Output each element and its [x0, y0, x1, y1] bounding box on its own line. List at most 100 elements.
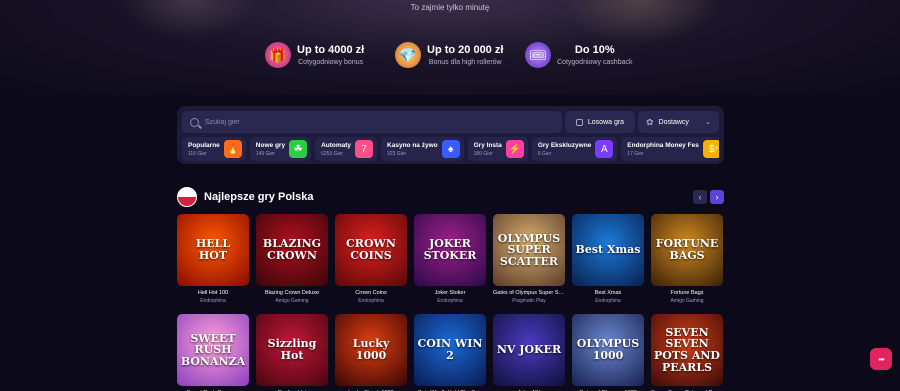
category-item[interactable]: Gry Ekskluzywne 6 Gier A: [531, 137, 618, 161]
game-logo: CROWN COINS: [346, 237, 396, 262]
category-item[interactable]: Kasyno na żywo 323 Gier ♠: [381, 137, 464, 161]
game-provider: Endorphina: [200, 298, 226, 304]
category-label: Gry Insta: [473, 141, 502, 149]
game-tile[interactable]: JOKER STOKER Joker Stoker Endorphina: [414, 214, 486, 304]
chevron-right-icon[interactable]: ›: [715, 143, 718, 152]
game-logo: NV JOKER: [496, 343, 562, 357]
game-tile[interactable]: OLYMPUS SUPER SCATTER Gates of Olympus Su…: [493, 214, 565, 304]
game-logo: SWEET RUSH BONANZA: [180, 331, 246, 368]
perk-high-roller-bonus: 💎 Up to 20 000 zł Bonus dla high rolleró…: [395, 42, 505, 68]
game-logo: Best Xmas: [575, 243, 641, 257]
game-logo: BLAZING CROWN: [262, 237, 322, 262]
cashback-icon: 🎟: [525, 42, 551, 68]
next-button[interactable]: ›: [710, 190, 724, 204]
chevron-down-icon: ⌄: [705, 119, 711, 126]
game-thumbnail[interactable]: Best Xmas: [572, 214, 644, 286]
game-tile[interactable]: Sizzling HotSizzling HotNovomatic: [256, 314, 328, 391]
game-thumbnail[interactable]: HELL HOT: [177, 214, 249, 286]
perk-desc: Bonus dla high rollerów: [428, 59, 502, 66]
game-thumbnail[interactable]: COIN WIN 2: [414, 314, 486, 386]
game-name: Fortune Bags: [670, 290, 704, 296]
game-thumbnail[interactable]: SEVEN SEVEN POTS AND PEARLS: [651, 314, 723, 386]
game-name: Crown Coins: [355, 290, 387, 296]
poland-flag-icon: [177, 187, 197, 207]
game-tile[interactable]: OLYMPUS 1000Gates of Olympus 1000Pragmat…: [572, 314, 644, 391]
dice-icon: [575, 118, 583, 126]
fire-icon: 🔥: [223, 140, 242, 158]
category-label: Endorphina Money Fes: [627, 141, 699, 149]
perk-weekly-bonus: 🎁 Up to 4000 zł Cotygodniowy bonus: [265, 42, 375, 68]
category-item[interactable]: Automaty 6253 Gier 7: [315, 137, 378, 161]
perk-title: Up to 4000 zł: [297, 44, 365, 56]
perk-desc: Cotygodniowy cashback: [557, 59, 633, 66]
game-logo: OLYMPUS 1000: [576, 337, 640, 362]
game-tile[interactable]: FORTUNE BAGS Fortune Bags Amigo Gaming: [651, 214, 723, 304]
slot-icon: 7: [355, 140, 374, 158]
providers-dropdown[interactable]: ✿ Dostawcy ⌄: [638, 111, 719, 133]
category-label: Gry Ekskluzywne: [537, 141, 592, 149]
game-name: Hell Hot 100: [197, 290, 229, 296]
search-input[interactable]: [205, 118, 505, 126]
game-name: Joker Stoker: [434, 290, 466, 296]
exclusive-icon: A: [595, 140, 614, 158]
game-thumbnail[interactable]: CROWN COINS: [335, 214, 407, 286]
prev-button[interactable]: ‹: [693, 190, 707, 204]
category-label: Kasyno na żywo: [387, 141, 438, 149]
game-tile[interactable]: BLAZING CROWN Blazing Crown Deluxe Amigo G…: [256, 214, 328, 304]
game-thumbnail[interactable]: FORTUNE BAGS: [651, 214, 723, 286]
gear-icon: ✿: [646, 116, 654, 127]
diamond-icon: 💎: [395, 42, 421, 68]
lightning-icon: ⚡: [505, 140, 524, 158]
category-item[interactable]: Gry Insta 180 Gier ⚡: [467, 137, 528, 161]
game-tile[interactable]: NV JOKERJoker NVEndorphina: [493, 314, 565, 391]
game-logo: Lucky 1000: [352, 337, 390, 362]
game-tile[interactable]: COIN WIN 2Coin Win 2: Hold The SpinGamzi…: [414, 314, 486, 391]
game-logo: COIN WIN 2: [417, 337, 483, 362]
game-provider: Pragmatic Play: [512, 298, 546, 304]
game-thumbnail[interactable]: OLYMPUS SUPER SCATTER: [493, 214, 565, 286]
category-item[interactable]: Popularne 116 Gier 🔥: [182, 137, 246, 161]
game-tile[interactable]: Lucky 1000Lucky Streak 1000Endorphina: [335, 314, 407, 391]
perk-title: Up to 20 000 zł: [427, 44, 504, 56]
game-name: Best Xmas: [594, 290, 622, 296]
game-logo: JOKER STOKER: [423, 237, 477, 262]
clover-icon: ☘: [289, 140, 308, 158]
game-provider: Amigo Gaming: [275, 298, 309, 304]
game-thumbnail[interactable]: Sizzling Hot: [256, 314, 328, 386]
game-thumbnail[interactable]: BLAZING CROWN: [256, 214, 328, 286]
category-item[interactable]: Endorphina Money Fes 17 Gier $: [621, 137, 719, 161]
category-count: 323 Gier: [387, 150, 407, 157]
category-count: 180 Gier: [473, 150, 493, 157]
game-tile[interactable]: HELL HOT Hell Hot 100 Endorphina: [177, 214, 249, 304]
category-count: 149 Gier: [255, 150, 275, 157]
hero-subtitle: To zajmie tylko minutę: [410, 3, 490, 12]
cards-icon: ♠: [441, 140, 460, 158]
game-tile[interactable]: CROWN COINS Crown Coins Endorphina: [335, 214, 407, 304]
perk-desc: Cotygodniowy bonus: [298, 59, 364, 66]
game-thumbnail[interactable]: NV JOKER: [493, 314, 565, 386]
category-label: Nowe gry: [255, 141, 286, 149]
game-tile[interactable]: SWEET RUSH BONANZASweet Rush BonanzaPrag…: [177, 314, 249, 391]
game-thumbnail[interactable]: Lucky 1000: [335, 314, 407, 386]
game-thumbnail[interactable]: OLYMPUS 1000: [572, 314, 644, 386]
chat-button[interactable]: •••: [870, 348, 892, 370]
section-header: Najlepsze gry Polska ‹ ›: [177, 187, 724, 207]
providers-label: Dostawcy: [658, 118, 689, 126]
game-thumbnail[interactable]: JOKER STOKER: [414, 214, 486, 286]
game-provider: Endorphina: [595, 298, 621, 304]
game-tile[interactable]: SEVEN SEVEN POTS AND PEARLSSeven Seven P…: [651, 314, 723, 391]
game-provider: Endorphina: [437, 298, 463, 304]
game-tile[interactable]: Best Xmas Best Xmas Endorphina: [572, 214, 644, 304]
game-thumbnail[interactable]: SWEET RUSH BONANZA: [177, 314, 249, 386]
category-item[interactable]: Nowe gry 149 Gier ☘: [249, 137, 312, 161]
random-game-button[interactable]: Losowa gra: [565, 111, 635, 133]
category-label: Popularne: [188, 141, 220, 149]
category-count: 17 Gier: [627, 150, 644, 157]
category-count: 116 Gier: [188, 150, 207, 157]
search-bar[interactable]: [182, 111, 562, 133]
game-name: Gates of Olympus Super Scatter: [493, 290, 565, 296]
category-list: Popularne 116 Gier 🔥 Nowe gry 149 Gier ☘ Autom…: [182, 137, 719, 161]
game-name: Blazing Crown Deluxe: [264, 290, 320, 296]
perk-title: Do 10%: [574, 44, 615, 56]
perks-row: 🎁 Up to 4000 zł Cotygodniowy bonus 💎 Up …: [0, 42, 900, 68]
